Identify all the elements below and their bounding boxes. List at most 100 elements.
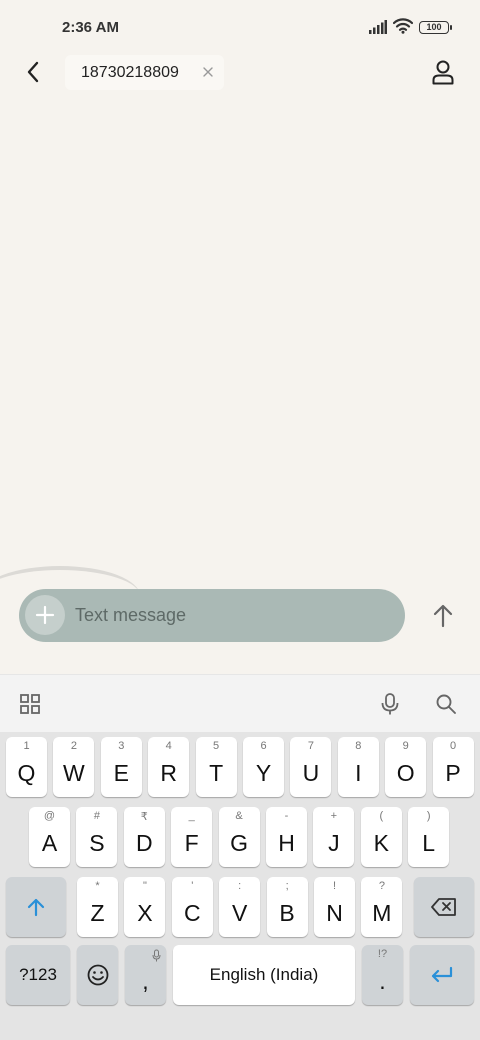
key-v[interactable]: :V [219, 877, 261, 937]
shift-arrow-icon [27, 898, 45, 917]
space-key[interactable]: English (India) [173, 945, 355, 1005]
key-hint: 8 [355, 740, 362, 752]
voice-input-button[interactable] [377, 691, 403, 717]
key-h[interactable]: -H [266, 807, 307, 867]
recipient-number: 18730218809 [81, 63, 179, 81]
key-o[interactable]: 9O [385, 737, 427, 797]
key-hint: 6 [260, 740, 267, 752]
grid-icon [20, 694, 40, 714]
emoji-key[interactable] [77, 945, 118, 1005]
add-attachment-button[interactable] [25, 595, 65, 635]
enter-icon [431, 966, 453, 983]
key-label: W [63, 759, 85, 786]
key-label: Z [90, 899, 105, 926]
key-label: F [184, 829, 199, 856]
key-label: C [183, 899, 201, 926]
key-hint: ( [379, 810, 384, 822]
key-e[interactable]: 3E [100, 737, 142, 797]
key-label: G [230, 829, 249, 856]
key-label: A [41, 829, 58, 856]
key-t[interactable]: 5T [195, 737, 237, 797]
remove-recipient-button[interactable] [198, 62, 218, 82]
plus-icon [35, 605, 55, 625]
recipient-chip[interactable]: 18730218809 [65, 55, 224, 90]
key-i[interactable]: 8I [337, 737, 379, 797]
wifi-icon [393, 18, 413, 34]
close-icon [203, 67, 213, 77]
key-label: O [396, 759, 415, 786]
symbols-key[interactable]: ?123 [6, 945, 70, 1005]
keyboard: ?123 , English (India) !? . 1Q2W3E4R5T6Y… [0, 732, 480, 1040]
backspace-key[interactable] [414, 877, 474, 937]
key-c[interactable]: ' C [171, 877, 213, 937]
key-d[interactable]: ₹ D [123, 807, 165, 867]
keyboard-search-button[interactable] [433, 691, 459, 717]
key-y[interactable]: 6Y [243, 737, 284, 797]
key-label: S [89, 829, 105, 856]
key-hint: * [95, 880, 100, 892]
key-l[interactable]: ) L [408, 807, 450, 867]
key-m[interactable]: ? M [361, 877, 403, 937]
key-hint: _ [188, 810, 195, 822]
key-hint: 9 [402, 740, 409, 752]
key-label: T [209, 759, 224, 786]
key-label: U [302, 759, 320, 786]
key-q[interactable]: 1Q [6, 737, 47, 797]
key-hint: ! [332, 880, 337, 892]
period-label: . [379, 967, 386, 994]
key-label: N [326, 899, 343, 926]
key-g[interactable]: & G [218, 807, 260, 867]
key-hint: ' [191, 880, 194, 892]
key-label: E [113, 759, 129, 786]
comma-label: , [142, 967, 149, 994]
shift-key[interactable] [6, 877, 66, 937]
key-hint: 7 [307, 740, 314, 752]
microphone-icon [381, 693, 399, 715]
key-label: Y [255, 759, 272, 786]
key-label: K [373, 829, 389, 856]
person-icon [432, 60, 454, 85]
key-u[interactable]: 7U [290, 737, 332, 797]
enter-key[interactable] [410, 945, 474, 1005]
contact-button[interactable] [428, 56, 458, 88]
key-label: J [328, 829, 340, 856]
key-hint: ₹ [140, 811, 148, 823]
key-s[interactable]: # S [76, 807, 118, 867]
key-j[interactable]: + J [313, 807, 355, 867]
message-input[interactable] [75, 589, 395, 642]
emoji-icon [87, 964, 108, 986]
key-label: D [135, 829, 153, 856]
key-a[interactable]: @ A [29, 807, 70, 867]
key-p[interactable]: 0P [432, 737, 474, 797]
battery-icon: 100 [419, 21, 452, 34]
apps-grid-button[interactable] [17, 691, 43, 717]
key-hint: + [330, 810, 338, 822]
key-label: L [422, 829, 436, 856]
key-label: I [355, 759, 362, 786]
key-w[interactable]: 2W [53, 737, 95, 797]
key-z[interactable]: * Z [77, 877, 118, 937]
period-key[interactable]: !? . [362, 945, 403, 1005]
key-n[interactable]: ! N [314, 877, 355, 937]
key-f[interactable]: _ F [171, 807, 213, 867]
key-hint: # [93, 810, 100, 822]
key-x[interactable]: " X [124, 877, 166, 937]
back-button[interactable] [18, 56, 48, 88]
mic-hint-icon [152, 949, 161, 962]
key-b[interactable]: ; B [266, 877, 308, 937]
key-hint: & [235, 810, 243, 822]
status-time: 2:36 AM [62, 19, 119, 36]
key-r[interactable]: 4R [148, 737, 190, 797]
key-label: Q [17, 759, 36, 786]
key-label: X [137, 899, 153, 926]
comma-key[interactable]: , [125, 945, 166, 1005]
signal-icon [369, 20, 387, 34]
key-hint: 5 [213, 740, 220, 752]
key-hint: 1 [23, 740, 30, 752]
arrow-up-icon [433, 604, 453, 628]
send-button[interactable] [427, 600, 459, 632]
key-hint: - [284, 810, 289, 822]
key-hint: 4 [165, 740, 172, 752]
key-hint: ; [285, 880, 289, 892]
key-k[interactable]: (K [360, 807, 402, 867]
